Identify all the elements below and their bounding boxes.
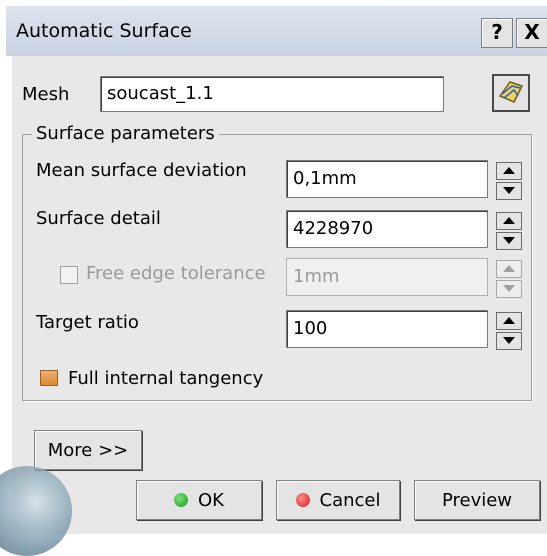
close-button[interactable]: X xyxy=(516,18,547,48)
spin-up-icon[interactable] xyxy=(496,162,522,180)
surface-parameters-legend: Surface parameters xyxy=(32,123,219,144)
help-button[interactable]: ? xyxy=(481,18,513,48)
target-ratio-label: Target ratio xyxy=(36,312,139,333)
mean-deviation-field[interactable]: 0,1mm xyxy=(286,160,488,198)
dialog-content: Mesh soucast_1.1 Surface parameters Mean… xyxy=(0,56,547,556)
spin-up-icon[interactable] xyxy=(496,212,522,230)
more-button[interactable]: More >> xyxy=(34,430,142,470)
globe-decoration xyxy=(0,466,72,556)
mesh-select-icon xyxy=(498,81,524,103)
ok-icon xyxy=(174,493,188,507)
cancel-icon xyxy=(295,493,310,507)
free-edge-spinner[interactable] xyxy=(496,260,522,298)
surface-detail-field[interactable]: 4228970 xyxy=(286,210,488,248)
cancel-label: Cancel xyxy=(319,489,381,511)
target-ratio-field[interactable]: 100 xyxy=(286,310,488,348)
spin-down-icon[interactable] xyxy=(496,280,522,298)
preview-button[interactable]: Preview xyxy=(414,480,540,520)
spin-up-icon[interactable] xyxy=(496,260,522,278)
mean-deviation-label: Mean surface deviation xyxy=(36,160,247,181)
mesh-select-button[interactable] xyxy=(492,74,530,112)
ok-button[interactable]: OK xyxy=(136,480,262,520)
free-edge-label: Free edge tolerance xyxy=(86,263,266,284)
spin-down-icon[interactable] xyxy=(496,332,522,350)
surface-detail-spinner[interactable] xyxy=(496,212,522,250)
mean-deviation-spinner[interactable] xyxy=(496,162,522,200)
ok-label: OK xyxy=(198,489,224,511)
cancel-button[interactable]: Cancel xyxy=(276,480,400,520)
spin-down-icon[interactable] xyxy=(496,232,522,250)
free-edge-checkbox[interactable] xyxy=(60,266,78,284)
free-edge-field[interactable]: 1mm xyxy=(286,258,488,296)
full-tangency-label: Full internal tangency xyxy=(68,368,264,389)
spin-down-icon[interactable] xyxy=(496,182,522,200)
target-ratio-spinner[interactable] xyxy=(496,312,522,350)
window-title: Automatic Surface xyxy=(16,20,192,42)
spin-up-icon[interactable] xyxy=(496,312,522,330)
title-bar[interactable]: Automatic Surface ? X xyxy=(6,6,547,56)
mesh-field[interactable]: soucast_1.1 xyxy=(100,76,444,112)
automatic-surface-dialog: Automatic Surface ? X Mesh soucast_1.1 S… xyxy=(0,0,547,556)
mesh-label: Mesh xyxy=(22,84,70,105)
full-tangency-checkbox[interactable] xyxy=(40,370,58,386)
surface-detail-label: Surface detail xyxy=(36,208,161,229)
